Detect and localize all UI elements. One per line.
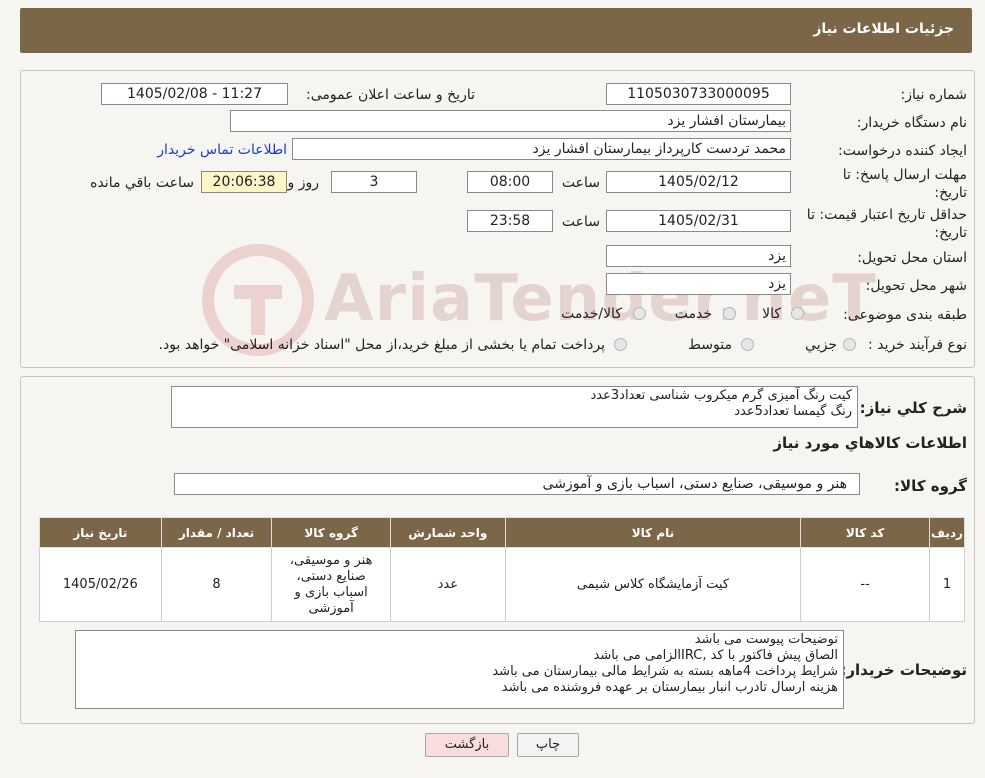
category-radio-service[interactable]: [723, 307, 736, 320]
remaining-time-label: ساعت باقي مانده: [90, 175, 194, 191]
description-textarea[interactable]: کیت رنگ آمیزی گرم میکروب شناسی تعداد3عدد…: [171, 386, 858, 428]
announce-label: تاریخ و ساعت اعلان عمومی:: [306, 87, 475, 103]
cell-item-code: --: [800, 547, 930, 622]
col-item-name: نام کالا: [504, 517, 802, 548]
col-quantity: تعداد / مقدار: [160, 517, 273, 548]
days-remaining-field: 3: [331, 171, 417, 193]
deadline-label: مهلت ارسال پاسخ: تا: [842, 167, 967, 183]
validity-date-field: 1405/02/31: [606, 210, 791, 232]
days-label: روز و: [287, 175, 320, 191]
goods-group-field: هنر و موسیقی، صنایع دستی، اسباب بازی و آ…: [174, 473, 860, 495]
process-note: پرداخت تمام یا بخشی از مبلغ خرید،از محل …: [158, 337, 605, 353]
cell-item-name: کیت آزمایشگاه کلاس شیمی: [504, 547, 802, 622]
col-row-number: ردیف: [928, 517, 966, 548]
validity-label: حداقل تاریخ اعتبار قیمت: تا: [806, 207, 967, 223]
deadline-time-label: ساعت: [561, 175, 600, 191]
back-button[interactable]: بازگشت: [425, 733, 509, 757]
city-label: شهر محل تحویل:: [865, 278, 967, 294]
process-radio-medium[interactable]: [741, 338, 754, 351]
col-item-group: گروه کالا: [271, 517, 391, 548]
category-label: طبقه بندی موضوعی:: [843, 307, 967, 323]
description-label: شرح کلي نیاز:: [859, 399, 967, 417]
province-label: استان محل تحویل:: [857, 250, 967, 266]
validity-label-2: تاریخ:: [934, 225, 967, 241]
goods-group-label: گروه کالا:: [894, 477, 967, 495]
city-field: یزد: [606, 273, 791, 295]
need-number-field: 1105030733000095: [606, 83, 791, 105]
process-option-medium: متوسط: [688, 337, 732, 353]
col-unit: واحد شمارش: [389, 517, 506, 548]
print-button[interactable]: چاپ: [517, 733, 579, 757]
process-label: نوع فرآیند خرید :: [868, 337, 967, 353]
cell-unit: عدد: [389, 547, 506, 622]
deadline-label-2: تاریخ:: [934, 185, 967, 201]
process-radio-treasury[interactable]: [614, 338, 627, 351]
category-option-goods: کالا: [762, 306, 781, 322]
cell-row-number: 1: [928, 547, 966, 622]
creator-label: ایجاد کننده درخواست:: [838, 143, 967, 159]
buyer-org-field: بیمارستان افشار یزد: [230, 110, 791, 132]
need-number-label: شماره نیاز:: [900, 87, 968, 103]
category-option-service: خدمت: [674, 306, 712, 322]
table-row: 1 -- کیت آزمایشگاه کلاس شیمی عدد هنر و م…: [39, 547, 966, 622]
cell-need-date: 1405/02/26: [39, 547, 162, 622]
buyer-notes-label: توضیحات خریدار:: [840, 661, 967, 679]
creator-field: محمد تردست کارپرداز بیمارستان افشار یزد: [292, 138, 791, 160]
remaining-time-field: 20:06:38: [201, 171, 287, 193]
col-need-date: تاریخ نیاز: [39, 517, 162, 548]
deadline-time-field: 08:00: [467, 171, 553, 193]
category-option-goods-service: کالا/خدمت: [561, 306, 622, 322]
category-radio-goods-service[interactable]: [633, 307, 646, 320]
goods-table: ردیف کد کالا نام کالا واحد شمارش گروه کا…: [39, 517, 966, 622]
cell-quantity: 8: [160, 547, 273, 622]
category-radio-goods[interactable]: [791, 307, 804, 320]
province-field: یزد: [606, 245, 791, 267]
contact-buyer-link[interactable]: اطلاعات تماس خریدار: [157, 142, 287, 158]
page-header: جزئیات اطلاعات نیاز: [20, 8, 972, 53]
page-title: جزئیات اطلاعات نیاز: [813, 21, 954, 37]
cell-item-group: هنر و موسیقی، صنایع دستی، اسباب بازی و آ…: [271, 547, 391, 622]
validity-time-label: ساعت: [561, 214, 600, 230]
announce-datetime-field: 1405/02/08 - 11:27: [101, 83, 288, 105]
buyer-notes-textarea[interactable]: توضیحات پیوست می باشد الصاق پیش فاکتور ب…: [75, 630, 844, 709]
buyer-org-label: نام دستگاه خریدار:: [856, 115, 967, 131]
col-item-code: کد کالا: [800, 517, 930, 548]
goods-section-title: اطلاعات کالاهاي مورد نیاز: [773, 434, 967, 452]
process-option-partial: جزیي: [805, 337, 837, 353]
deadline-date-field: 1405/02/12: [606, 171, 791, 193]
process-radio-partial[interactable]: [843, 338, 856, 351]
validity-time-field: 23:58: [467, 210, 553, 232]
table-header-row: ردیف کد کالا نام کالا واحد شمارش گروه کا…: [39, 517, 966, 548]
